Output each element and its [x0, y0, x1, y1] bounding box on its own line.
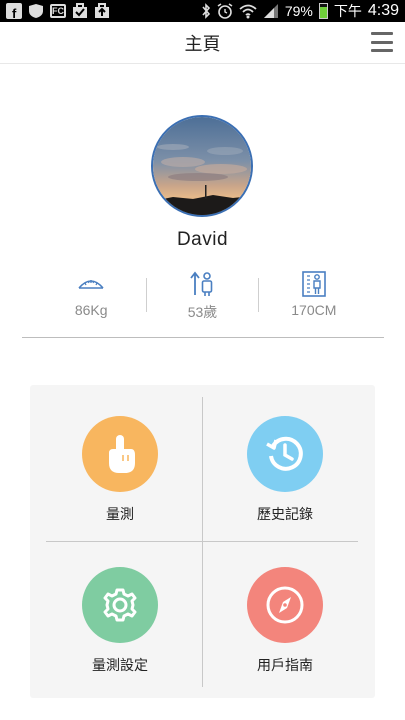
user-name: David — [176, 229, 229, 250]
fc-app-icon: FC — [50, 4, 66, 18]
section-divider — [22, 337, 384, 338]
profile-stats: 86Kg 53歲 170CM — [36, 270, 369, 322]
scale-icon — [77, 270, 105, 298]
age-value: 53歲 — [187, 304, 218, 320]
clock: 4:39 — [367, 2, 399, 19]
measure-button[interactable]: 量測 — [45, 416, 195, 556]
user-guide-button[interactable]: 用戶指南 — [210, 567, 360, 707]
weight-stat: 86Kg — [36, 270, 146, 322]
app-bar: 主頁 — [0, 22, 405, 64]
settings-icon-circle — [82, 567, 158, 643]
battery-icon — [318, 3, 328, 19]
notification-icons: f FC — [6, 3, 110, 19]
history-button[interactable]: 歷史記錄 — [210, 416, 360, 556]
history-icon-circle — [247, 416, 323, 492]
pointing-hand-icon — [109, 435, 135, 473]
avatar[interactable] — [151, 115, 253, 217]
history-label: 歷史記錄 — [257, 507, 313, 523]
history-clock-icon — [266, 436, 303, 471]
height-icon — [302, 270, 326, 298]
signal-icon — [263, 3, 279, 19]
status-bar: f FC 79% 下午 4:39 — [0, 0, 405, 22]
age-icon — [188, 270, 216, 298]
time-period: 下午 — [333, 3, 362, 19]
avatar-photo — [153, 117, 251, 215]
height-value: 170CM — [291, 302, 337, 318]
height-stat: 170CM — [259, 270, 369, 322]
battery-percent: 79% — [284, 3, 313, 19]
svg-text:f: f — [12, 6, 17, 19]
system-status: 79% 下午 4:39 — [201, 1, 399, 21]
hamburger-menu-icon[interactable] — [371, 32, 393, 52]
age-stat: 53歲 — [147, 270, 257, 322]
page-title: 主頁 — [184, 33, 221, 55]
facebook-icon: f — [6, 3, 22, 19]
measure-settings-button[interactable]: 量測設定 — [45, 567, 195, 707]
gear-icon — [103, 588, 137, 622]
upload-briefcase-icon — [94, 3, 110, 19]
user-guide-label: 用戶指南 — [257, 658, 313, 674]
measure-label: 量測 — [106, 507, 134, 523]
shield-icon — [28, 3, 44, 19]
measure-settings-label: 量測設定 — [92, 658, 148, 674]
wifi-icon — [239, 3, 257, 19]
compass-icon — [266, 586, 304, 624]
guide-icon-circle — [247, 567, 323, 643]
alarm-icon — [217, 3, 233, 19]
weight-value: 86Kg — [74, 302, 108, 318]
measure-icon-circle — [82, 416, 158, 492]
check-briefcase-icon — [72, 3, 88, 19]
panel-divider-vertical — [202, 397, 203, 687]
bluetooth-icon — [201, 3, 211, 19]
